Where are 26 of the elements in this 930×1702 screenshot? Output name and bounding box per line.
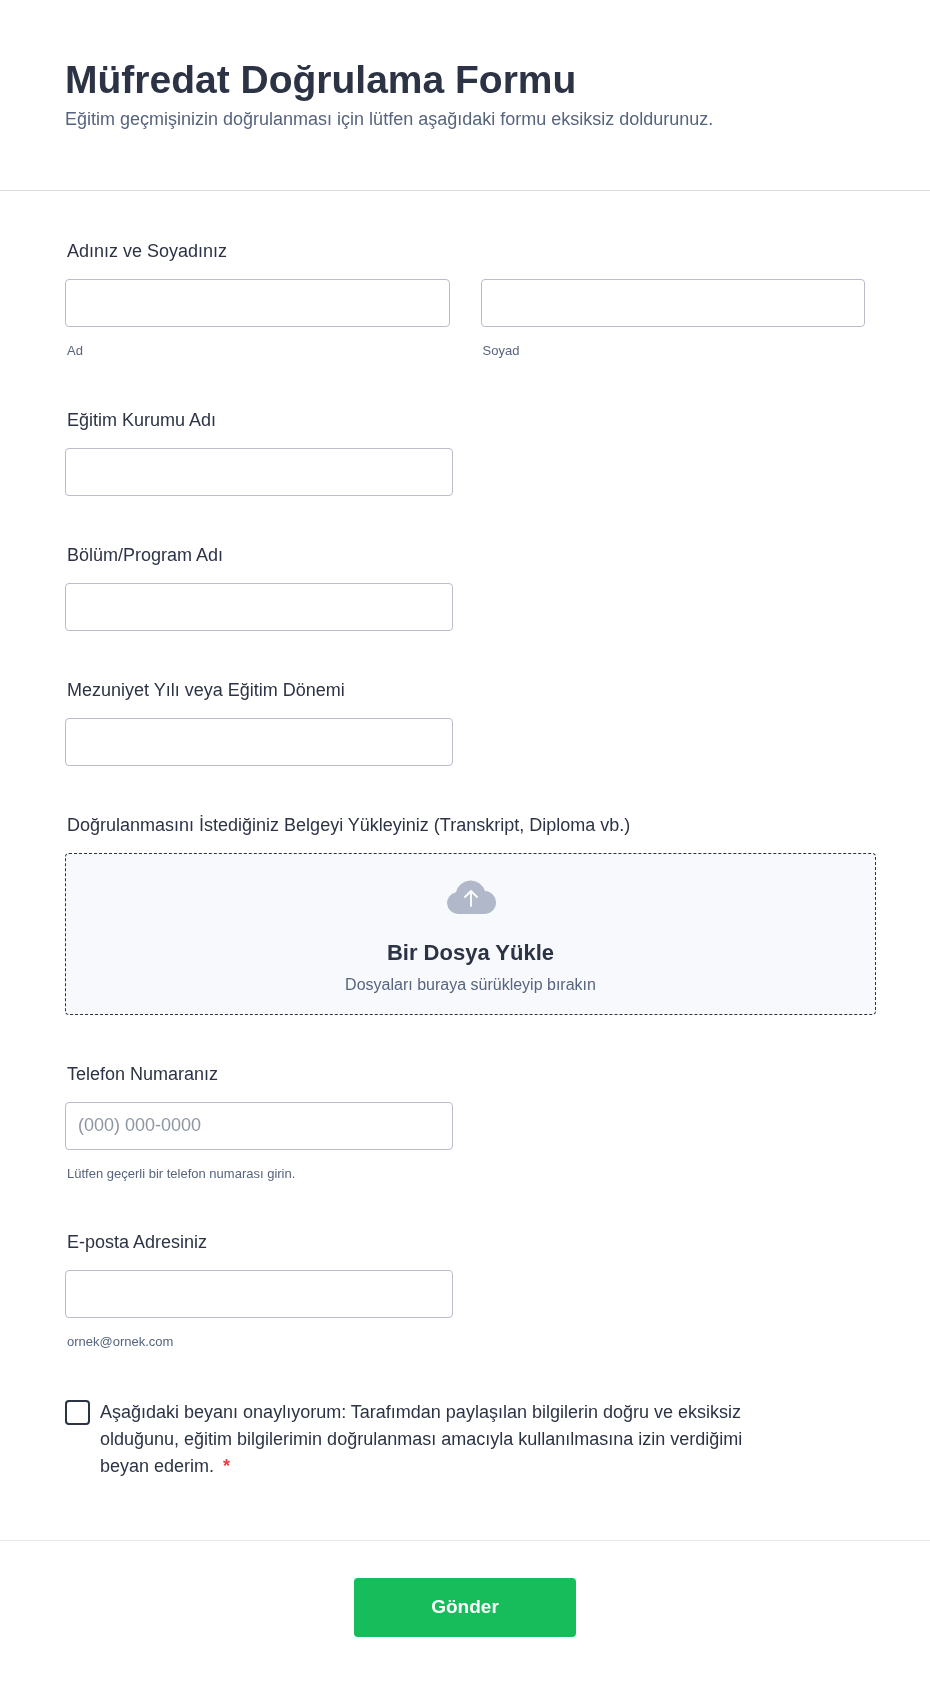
text-input[interactable]	[65, 279, 450, 327]
text-input[interactable]	[65, 717, 453, 766]
field-sublabel: Soyad	[482, 342, 521, 360]
field-label: Mezuniyet Yılı veya Eğitim Dönemi	[67, 678, 346, 702]
field-label: Eğitim Kurumu Adı	[67, 408, 218, 432]
upload-hint: Dosyaları buraya sürükleyip bırakın	[345, 974, 596, 995]
form-description: Eğitim geçmişinizin doğrulanması için lütfen aşağıdaki formu eksiksiz doldurunuz.	[65, 108, 715, 131]
file-drop-zone[interactable]: Bir Dosya Yükle Dosyaları buraya sürükleyip bırakın	[65, 852, 876, 1015]
field-sublabel: Lütfen geçerli bir telefon numarası girin.	[67, 1164, 297, 1183]
text-input[interactable]: (000) 000-0000	[65, 1101, 453, 1150]
field-sublabel: Ad	[67, 342, 84, 360]
upload-title: Bir Dosya Yükle	[386, 938, 555, 967]
field-sublabel: ornek@ornek.com	[67, 1333, 175, 1351]
text-input[interactable]	[65, 582, 453, 631]
cloud-upload-icon	[445, 879, 496, 914]
field-label: Telefon Numaranız	[67, 1062, 220, 1086]
text-input[interactable]	[480, 279, 865, 327]
field-label: Doğrulanmasını İstediğiniz Belgeyi Yükleyiniz (Transkript, Diploma vb.)	[67, 813, 632, 837]
text-input[interactable]	[65, 447, 453, 496]
form-title: Müfredat Doğrulama Formu	[65, 57, 578, 103]
field-label: Bölüm/Program Adı	[67, 543, 225, 567]
text-input[interactable]	[65, 1270, 453, 1318]
field-label: E-posta Adresiniz	[67, 1231, 209, 1254]
checkbox[interactable]	[65, 1399, 90, 1425]
consent-text: Aşağıdaki beyanı onaylıyorum: Tarafımdan paylaşılan bilgilerin doğru ve eksiksiz olduğunu, eğitim bilgilerimin doğrulanması amacıyla kullanılmasına izin verdiğimi beyan ederim. *	[100, 1400, 744, 1478]
field-label: Adınız ve Soyadınız	[67, 240, 229, 263]
